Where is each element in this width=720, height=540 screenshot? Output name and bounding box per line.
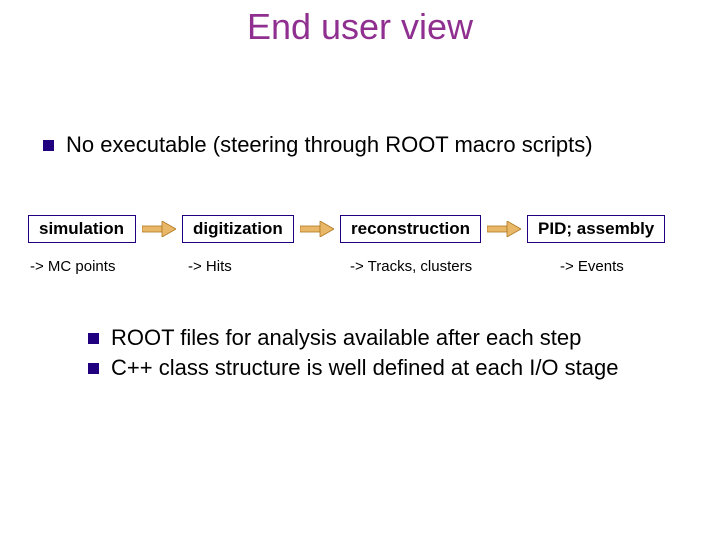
bullet-text: ROOT files for analysis available after … <box>111 325 581 351</box>
flow-box-digitization: digitization <box>182 215 294 243</box>
flow-outputs: -> MC points -> Hits -> Tracks, clusters… <box>30 258 624 275</box>
bullet-item: No executable (steering through ROOT mac… <box>43 132 683 158</box>
bullet-marker <box>88 363 99 374</box>
flow-box-pid-assembly: PID; assembly <box>527 215 665 243</box>
slide-title: End user view <box>0 0 720 48</box>
output-hits: -> Hits <box>188 258 350 275</box>
bullet-item: ROOT files for analysis available after … <box>88 325 688 351</box>
flow-diagram: simulation digitization reconstruction P… <box>28 215 665 243</box>
output-tracks-clusters: -> Tracks, clusters <box>350 258 560 275</box>
bullet-item: C++ class structure is well defined at e… <box>88 355 688 381</box>
bullet-section-2: ROOT files for analysis available after … <box>88 325 688 385</box>
output-mc-points: -> MC points <box>30 258 188 275</box>
arrow-icon <box>300 221 334 237</box>
arrow-icon <box>487 221 521 237</box>
bullet-text: C++ class structure is well defined at e… <box>111 355 618 381</box>
bullet-marker <box>43 140 54 151</box>
bullet-marker <box>88 333 99 344</box>
output-events: -> Events <box>560 258 624 275</box>
bullet-text: No executable (steering through ROOT mac… <box>66 132 593 158</box>
bullet-section-1: No executable (steering through ROOT mac… <box>43 132 683 158</box>
flow-box-simulation: simulation <box>28 215 136 243</box>
arrow-icon <box>142 221 176 237</box>
flow-box-reconstruction: reconstruction <box>340 215 481 243</box>
